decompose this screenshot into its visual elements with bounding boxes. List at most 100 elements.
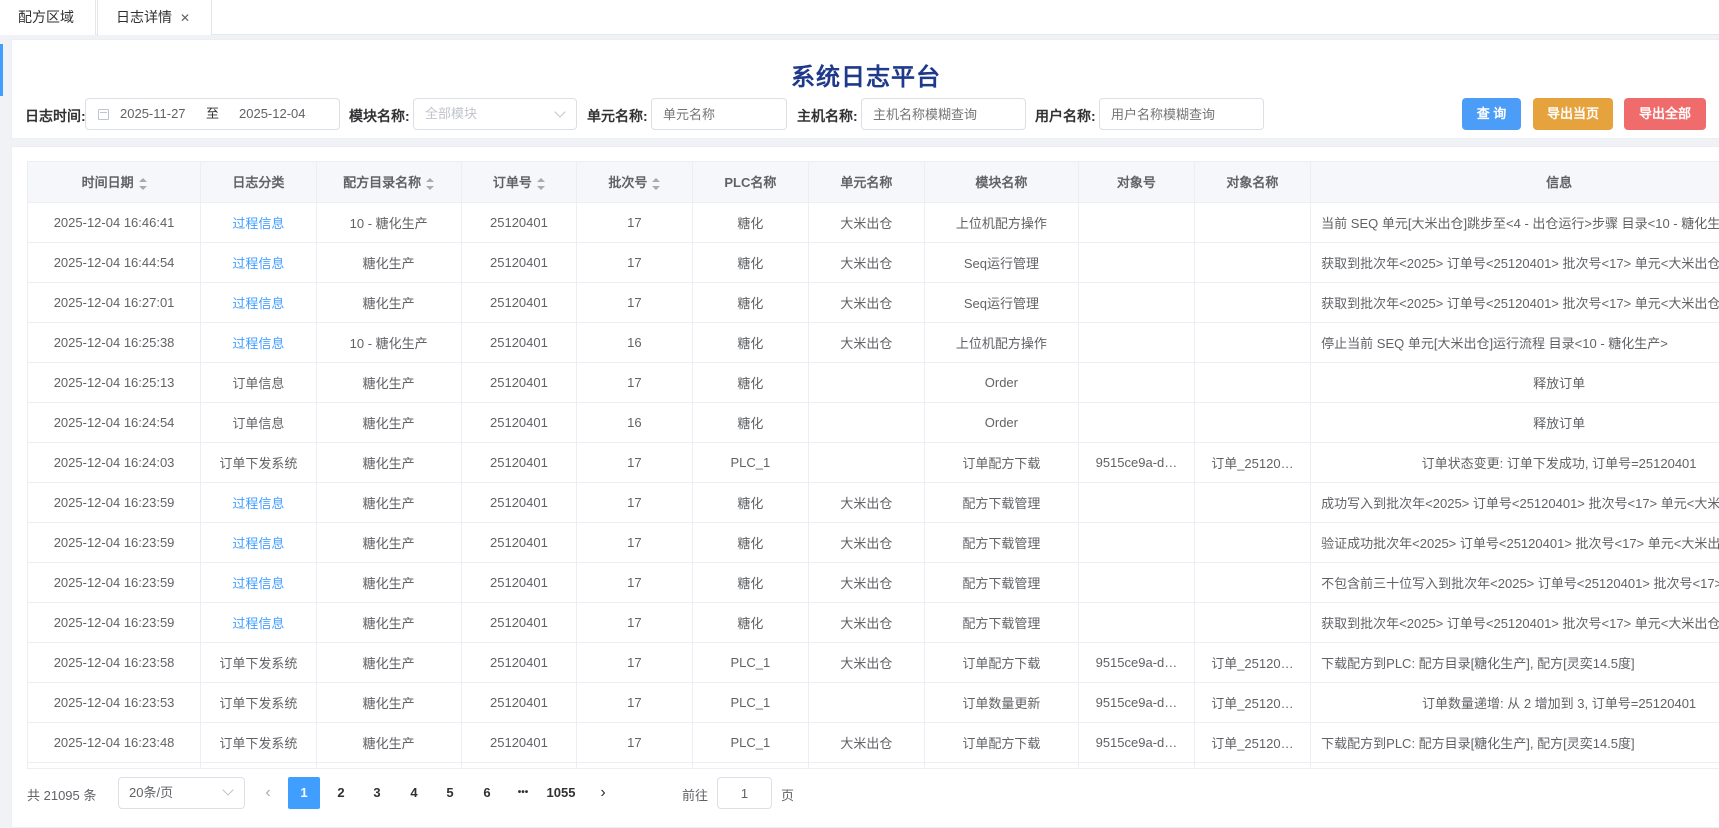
page-button-5[interactable]: 5 [434, 777, 466, 809]
page-button-last[interactable]: 1055 [539, 777, 583, 809]
cell-datetime: 2025-12-04 16:44:54 [28, 242, 202, 283]
cell-info: 当前 SEQ 单元[大米出仓]跳步至<4 - 出仓运行>步骤 目录<10 - 糖… [1310, 202, 1719, 243]
goto-label: 前往 [682, 788, 709, 803]
cell-info: 订单数量递增: 从 2 增加到 3, 订单号=25120401 [1310, 682, 1719, 723]
table-row[interactable]: 2025-12-04 16:44:54 过程信息 糖化生产 25120401 17 糖化大… [28, 242, 1719, 283]
page-size-value: 20条/页 [129, 785, 174, 800]
cell-plc-name: 糖化 [692, 562, 810, 603]
cell-batch-no: 17 [576, 202, 693, 243]
table-row[interactable]: 2025-12-04 16:24:54 订单信息 糖化生产 25120401 16 糖化 O… [28, 402, 1719, 443]
column-header-order-no[interactable]: 订单号 [461, 162, 578, 203]
table-row[interactable]: 2025-12-04 16:23:53 订单下发系统 糖化生产 25120401 17 P… [28, 682, 1719, 723]
cell-object-name: 订单_25120… [1194, 682, 1312, 723]
table-row[interactable]: 2025-12-04 16:27:01 过程信息 糖化生产 25120401 17 糖化大… [28, 282, 1719, 323]
column-header-label: PLC名称 [724, 175, 777, 191]
cell-datetime: 2025-12-04 16:25:13 [28, 362, 202, 403]
sort-icon[interactable] [426, 177, 435, 190]
column-header-batch-no[interactable]: 批次号 [576, 162, 693, 203]
column-header-category: 日志分类 [200, 162, 317, 203]
table-row[interactable]: 2025-12-04 16:23:59 过程信息 糖化生产 25120401 17 糖化大… [28, 602, 1719, 643]
export-all-button[interactable]: 导出全部 [1624, 98, 1706, 130]
cell-category[interactable]: 过程信息 [200, 482, 317, 523]
user-input[interactable] [1099, 98, 1264, 130]
cell-order-no: 25120401 [461, 442, 578, 483]
tab-log-detail[interactable]: 日志详情 ✕ [97, 0, 212, 35]
table-row[interactable]: 2025-12-04 16:23:59 过程信息 糖化生产 25120401 17 糖化大… [28, 482, 1719, 523]
cell-object-no [1078, 322, 1195, 363]
table-row[interactable]: 2025-12-04 16:25:38 过程信息 10 - 糖化生产 25120401… [28, 322, 1719, 363]
page-button-6[interactable]: 6 [471, 777, 503, 809]
cell-unit-name [808, 402, 925, 443]
page-suffix: 页 [781, 788, 795, 803]
table-row[interactable] [28, 762, 1719, 768]
cell-object-name: 订单_25120… [1194, 722, 1312, 763]
table-row[interactable]: 2025-12-04 16:46:41 过程信息 10 - 糖化生产 25120401… [28, 202, 1719, 243]
date-range-picker[interactable]: 2025-11-27 至 2025-12-04 [85, 98, 340, 130]
cell-module-name: 上位机配方操作 [924, 202, 1080, 243]
cell-category[interactable]: 过程信息 [200, 242, 317, 283]
cell-recipe-dir: 糖化生产 [316, 442, 462, 483]
cell-category[interactable]: 过程信息 [200, 602, 317, 643]
cell-object-name [1194, 522, 1312, 563]
cell-category[interactable]: 过程信息 [200, 522, 317, 563]
table-row[interactable]: 2025-12-04 16:23:59 过程信息 糖化生产 25120401 17 糖化大… [28, 522, 1719, 563]
column-header-label: 对象名称 [1226, 175, 1279, 191]
cell-category: 订单下发系统 [200, 722, 317, 763]
host-input[interactable] [861, 98, 1026, 130]
tab-bar: 配方区域 日志详情 ✕ [0, 0, 1719, 35]
cell-object-no [1078, 562, 1195, 603]
page-button-2[interactable]: 2 [325, 777, 357, 809]
cell-order-no: 25120401 [461, 722, 578, 763]
date-end[interactable]: 2025-12-04 [239, 99, 306, 129]
cell-datetime: 2025-12-04 16:23:59 [28, 522, 202, 563]
total-count: 共 21095 条 [27, 788, 97, 803]
close-icon[interactable]: ✕ [180, 11, 190, 25]
query-button[interactable]: 查 询 [1462, 98, 1521, 130]
page-button-4[interactable]: 4 [398, 777, 430, 809]
cell-category[interactable]: 过程信息 [200, 562, 317, 603]
cell-unit-name: 大米出仓 [808, 242, 925, 283]
table-row[interactable]: 2025-12-04 16:25:13 订单信息 糖化生产 25120401 17 糖化 O… [28, 362, 1719, 403]
cell-info: 不包含前三十位写入到批次年<2025> 订单号<25120401> 批次号<17… [1310, 562, 1719, 603]
page-button-3[interactable]: 3 [361, 777, 393, 809]
cell-plc-name: 糖化 [692, 282, 810, 323]
more-pages-button[interactable]: ••• [507, 777, 539, 809]
export-page-button[interactable]: 导出当页 [1533, 98, 1613, 130]
cell-object-no [1078, 242, 1195, 283]
module-select[interactable]: 全部模块 [413, 98, 577, 130]
cell-batch-no: 17 [576, 642, 693, 683]
page-button-1[interactable]: 1 [288, 777, 320, 809]
column-header-label: 时间日期 [81, 175, 134, 191]
table-row[interactable]: 2025-12-04 16:23:58 订单下发系统 糖化生产 25120401 17 P… [28, 642, 1719, 683]
column-header-plc-name: PLC名称 [692, 162, 810, 203]
cell-info: 成功写入到批次年<2025> 订单号<25120401> 批次号<17> 单元<… [1310, 482, 1719, 523]
cell-object-no: 9515ce9a-d… [1078, 642, 1195, 683]
cell-order-no: 25120401 [461, 202, 578, 243]
sort-icon[interactable] [138, 177, 147, 190]
table-row[interactable]: 2025-12-04 16:24:03 订单下发系统 糖化生产 25120401 17 P… [28, 442, 1719, 483]
table-row[interactable]: 2025-12-04 16:23:48 订单下发系统 糖化生产 25120401 17 P… [28, 722, 1719, 763]
cell-datetime: 2025-12-04 16:23:59 [28, 482, 202, 523]
module-label: 模块名称: [349, 108, 410, 124]
goto-page-input[interactable] [717, 777, 772, 809]
sort-icon[interactable] [536, 177, 545, 190]
cell-module-name: Seq运行管理 [924, 282, 1080, 323]
cell-object-name [1194, 202, 1312, 243]
cell-module-name: 订单配方下载 [924, 642, 1080, 683]
cell-module-name: Order [924, 362, 1080, 403]
cell-category[interactable]: 过程信息 [200, 322, 317, 363]
date-start[interactable]: 2025-11-27 [120, 99, 186, 129]
cell-category[interactable]: 过程信息 [200, 202, 317, 243]
unit-input[interactable] [651, 98, 787, 130]
column-header-recipe-dir[interactable]: 配方目录名称 [316, 162, 462, 203]
page-size-select[interactable]: 20条/页 [118, 777, 245, 809]
tab-recipe-area[interactable]: 配方区域 [0, 0, 96, 35]
sort-icon[interactable] [652, 177, 661, 190]
table-row[interactable]: 2025-12-04 16:23:59 过程信息 糖化生产 25120401 17 糖化大… [28, 562, 1719, 603]
next-page-button[interactable]: › [587, 777, 619, 809]
log-table-container[interactable]: 时间日期 日志分类 配方目录名称 订单号 批次号 PLC名称 单元名称 模块名称 对象号 对象名称… [27, 161, 1719, 769]
prev-page-button[interactable]: ‹ [252, 777, 284, 809]
cell-unit-name [808, 442, 925, 483]
cell-category[interactable]: 过程信息 [200, 282, 317, 323]
column-header-datetime[interactable]: 时间日期 [28, 162, 202, 203]
